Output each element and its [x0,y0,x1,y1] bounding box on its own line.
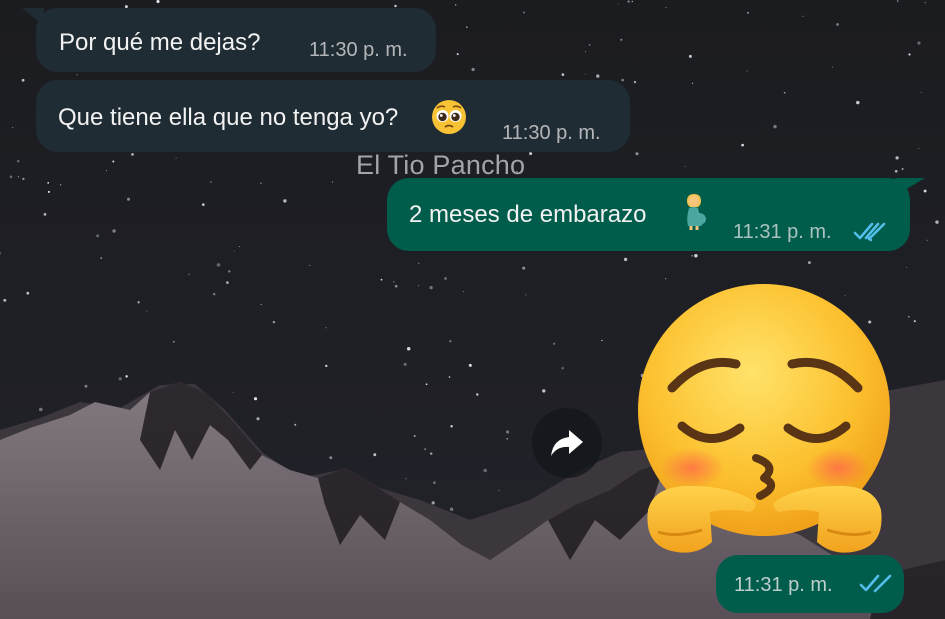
message-text: Por qué me dejas? [59,29,261,56]
forward-arrow-icon [551,430,583,456]
message-bubble-incoming[interactable]: Por qué me dejas? 11:30 p. m. [36,8,436,72]
message-text: Que tiene ella que no tenga yo? [58,104,399,131]
message-timestamp: 11:31 p. m. [733,221,832,243]
message-text: 2 meses de embarazo [409,201,647,228]
pleading-face-icon [430,98,468,141]
sticker-timestamp-bubble[interactable]: 11:31 p. m. [716,555,904,613]
bubble-tail [22,8,44,26]
message-bubble-outgoing[interactable]: 2 meses de embarazo 11:31 p. m. [387,178,910,251]
double-check-icon [853,221,889,248]
message-bubble-incoming[interactable]: Que tiene ella que no tenga yo? 11:30 p.… [36,80,630,152]
watermark-text: El Tio Pancho [356,150,526,180]
pregnant-woman-icon [679,192,709,235]
message-timestamp: 11:31 p. m. [734,574,833,596]
message-timestamp: 11:30 p. m. [309,39,408,61]
forward-button[interactable] [532,408,602,478]
double-check-icon [859,573,895,600]
pensive-kissing-finger-tap-emoji[interactable] [632,280,897,565]
bubble-tail [895,178,925,196]
message-timestamp: 11:30 p. m. [502,122,601,144]
